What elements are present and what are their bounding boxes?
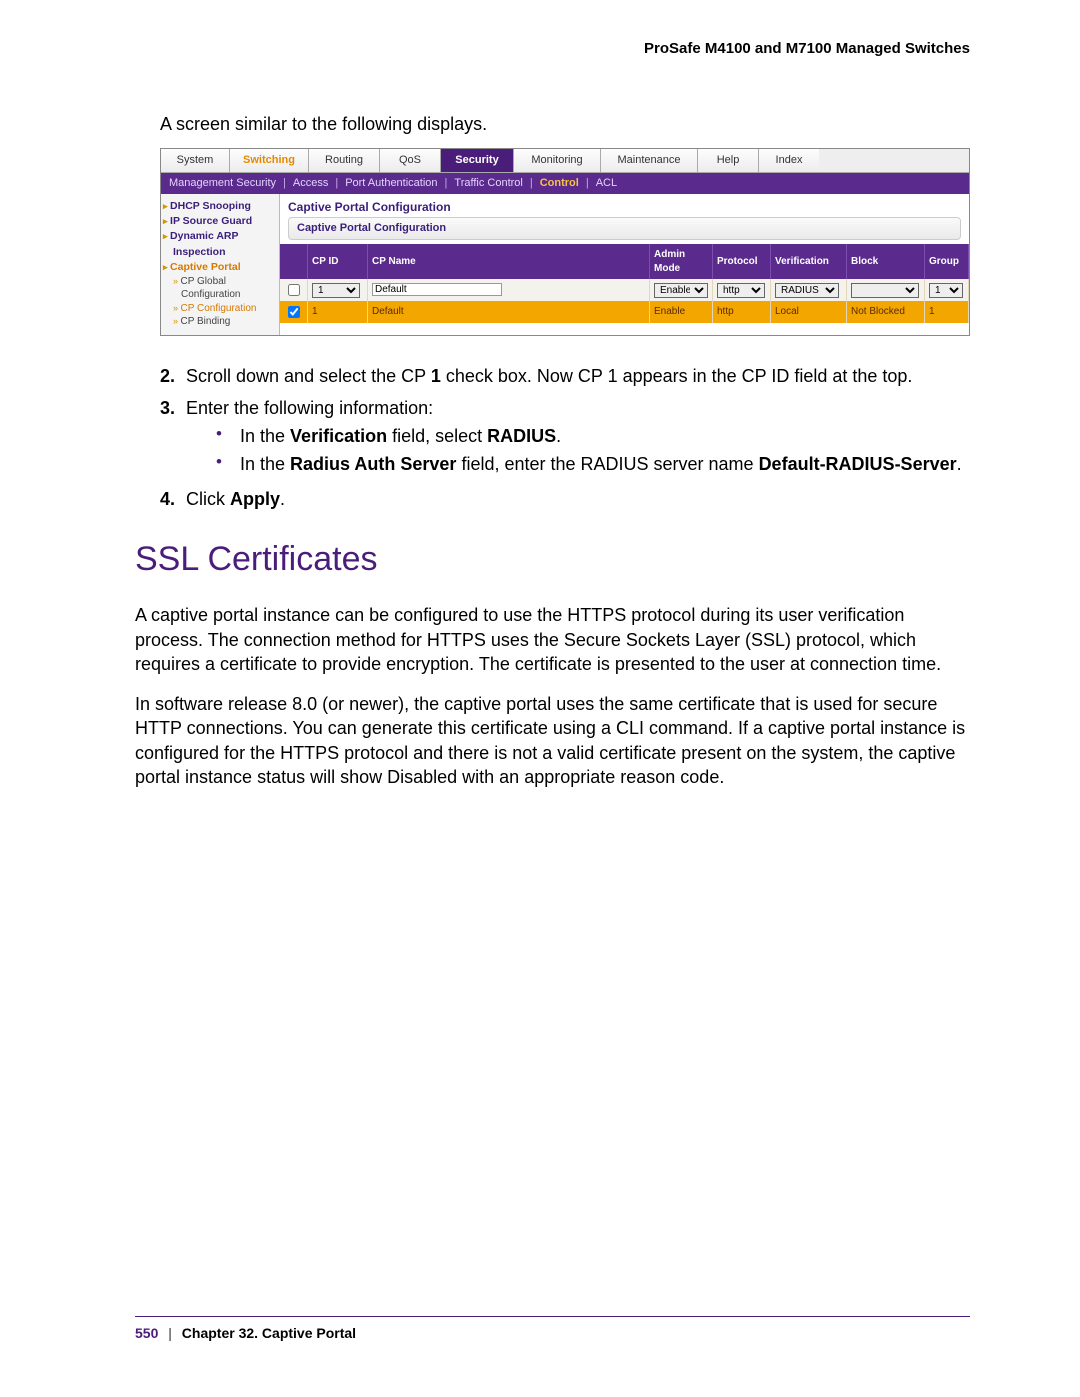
col-cpid: CP ID (308, 244, 368, 279)
table-input-row: 1 Enable http RADIUS 1 (280, 279, 969, 301)
sidebar-item-captive-portal[interactable]: Captive Portal (163, 260, 277, 274)
cell-protocol: http (713, 301, 771, 323)
subtab-traffic-control[interactable]: Traffic Control (450, 176, 526, 191)
tab-index[interactable]: Index (759, 149, 819, 172)
step-3: 3. Enter the following information: • In… (160, 396, 970, 479)
tab-help[interactable]: Help (698, 149, 759, 172)
cell-cpname: Default (368, 301, 650, 323)
subtab-management-security[interactable]: Management Security (165, 176, 280, 191)
sidebar-sub-cp-binding[interactable]: CP Binding (173, 315, 277, 329)
cell-admin-mode: Enable (650, 301, 713, 323)
col-admin-mode: Admin Mode (650, 244, 713, 279)
tab-maintenance[interactable]: Maintenance (601, 149, 698, 172)
screenshot: System Switching Routing QoS Security Mo… (160, 148, 970, 336)
main-tabs: System Switching Routing QoS Security Mo… (161, 149, 969, 173)
sidebar-item-dhcp-snooping[interactable]: DHCP Snooping (163, 199, 277, 213)
config-table: CP ID CP Name Admin Mode Protocol Verifi… (280, 244, 969, 323)
page-footer: 550 | Chapter 32. Captive Portal (135, 1316, 970, 1341)
step-2: 2. Scroll down and select the CP 1 check… (160, 364, 970, 388)
col-block: Block (847, 244, 925, 279)
sidebar-sub-cp-configuration[interactable]: CP Configuration (173, 302, 277, 316)
sidebar-item-ip-source-guard[interactable]: IP Source Guard (163, 214, 277, 228)
protocol-select[interactable]: http (717, 283, 765, 298)
page-header-title: ProSafe M4100 and M7100 Managed Switches (135, 40, 970, 57)
step-4: 4. Click Apply. (160, 487, 970, 511)
step3-text: Enter the following information: (186, 398, 433, 418)
step2-text-a: Scroll down and select the CP (186, 366, 431, 386)
admin-mode-select[interactable]: Enable (654, 283, 708, 298)
subtab-port-authentication[interactable]: Port Authentication (341, 176, 441, 191)
cpname-input[interactable] (372, 283, 502, 296)
verification-select[interactable]: RADIUS (775, 283, 839, 298)
tab-monitoring[interactable]: Monitoring (514, 149, 601, 172)
input-row-checkbox[interactable] (288, 284, 300, 296)
footer-chapter: Chapter 32. Captive Portal (182, 1325, 356, 1341)
col-cpname: CP Name (368, 244, 650, 279)
col-checkbox (280, 244, 308, 279)
cell-cpid: 1 (308, 301, 368, 323)
subtab-access[interactable]: Access (289, 176, 332, 191)
table-data-row[interactable]: 1 Default Enable http Local Not Blocked … (280, 301, 969, 323)
step2-bold: 1 (431, 366, 441, 386)
config-title: Captive Portal Configuration (280, 194, 969, 217)
col-group: Group (925, 244, 969, 279)
intro-text: A screen similar to the following displa… (160, 112, 970, 136)
step3-bullet-2: • In the Radius Auth Server field, enter… (216, 452, 970, 476)
cell-group: 1 (925, 301, 969, 323)
ssl-paragraph-1: A captive portal instance can be configu… (135, 603, 970, 676)
cpid-select[interactable]: 1 (312, 283, 360, 298)
subtab-acl[interactable]: ACL (592, 176, 621, 191)
cell-verification: Local (771, 301, 847, 323)
tab-routing[interactable]: Routing (309, 149, 380, 172)
step3-bullet-1: • In the Verification field, select RADI… (216, 424, 970, 448)
tab-switching[interactable]: Switching (230, 149, 309, 172)
tab-qos[interactable]: QoS (380, 149, 441, 172)
ssl-paragraph-2: In software release 8.0 (or newer), the … (135, 692, 970, 789)
footer-page-number: 550 (135, 1325, 158, 1341)
sidebar-sub-cp-global[interactable]: CP Global (173, 275, 277, 289)
sub-tabs: Management Security| Access| Port Authen… (161, 173, 969, 194)
section-heading-ssl: SSL Certificates (135, 537, 970, 583)
tab-system[interactable]: System (161, 149, 230, 172)
sidebar-item-dynamic-arp[interactable]: Dynamic ARP (163, 229, 277, 243)
config-subtitle: Captive Portal Configuration (288, 217, 961, 240)
block-select[interactable] (851, 283, 919, 298)
data-row-checkbox[interactable] (288, 306, 300, 318)
step2-text-b: check box. Now CP 1 appears in the CP ID… (441, 366, 913, 386)
cell-block: Not Blocked (847, 301, 925, 323)
col-protocol: Protocol (713, 244, 771, 279)
sidebar: DHCP Snooping IP Source Guard Dynamic AR… (161, 194, 280, 335)
subtab-control[interactable]: Control (536, 176, 583, 191)
tab-security[interactable]: Security (441, 149, 514, 172)
col-verification: Verification (771, 244, 847, 279)
group-select[interactable]: 1 (929, 283, 963, 298)
